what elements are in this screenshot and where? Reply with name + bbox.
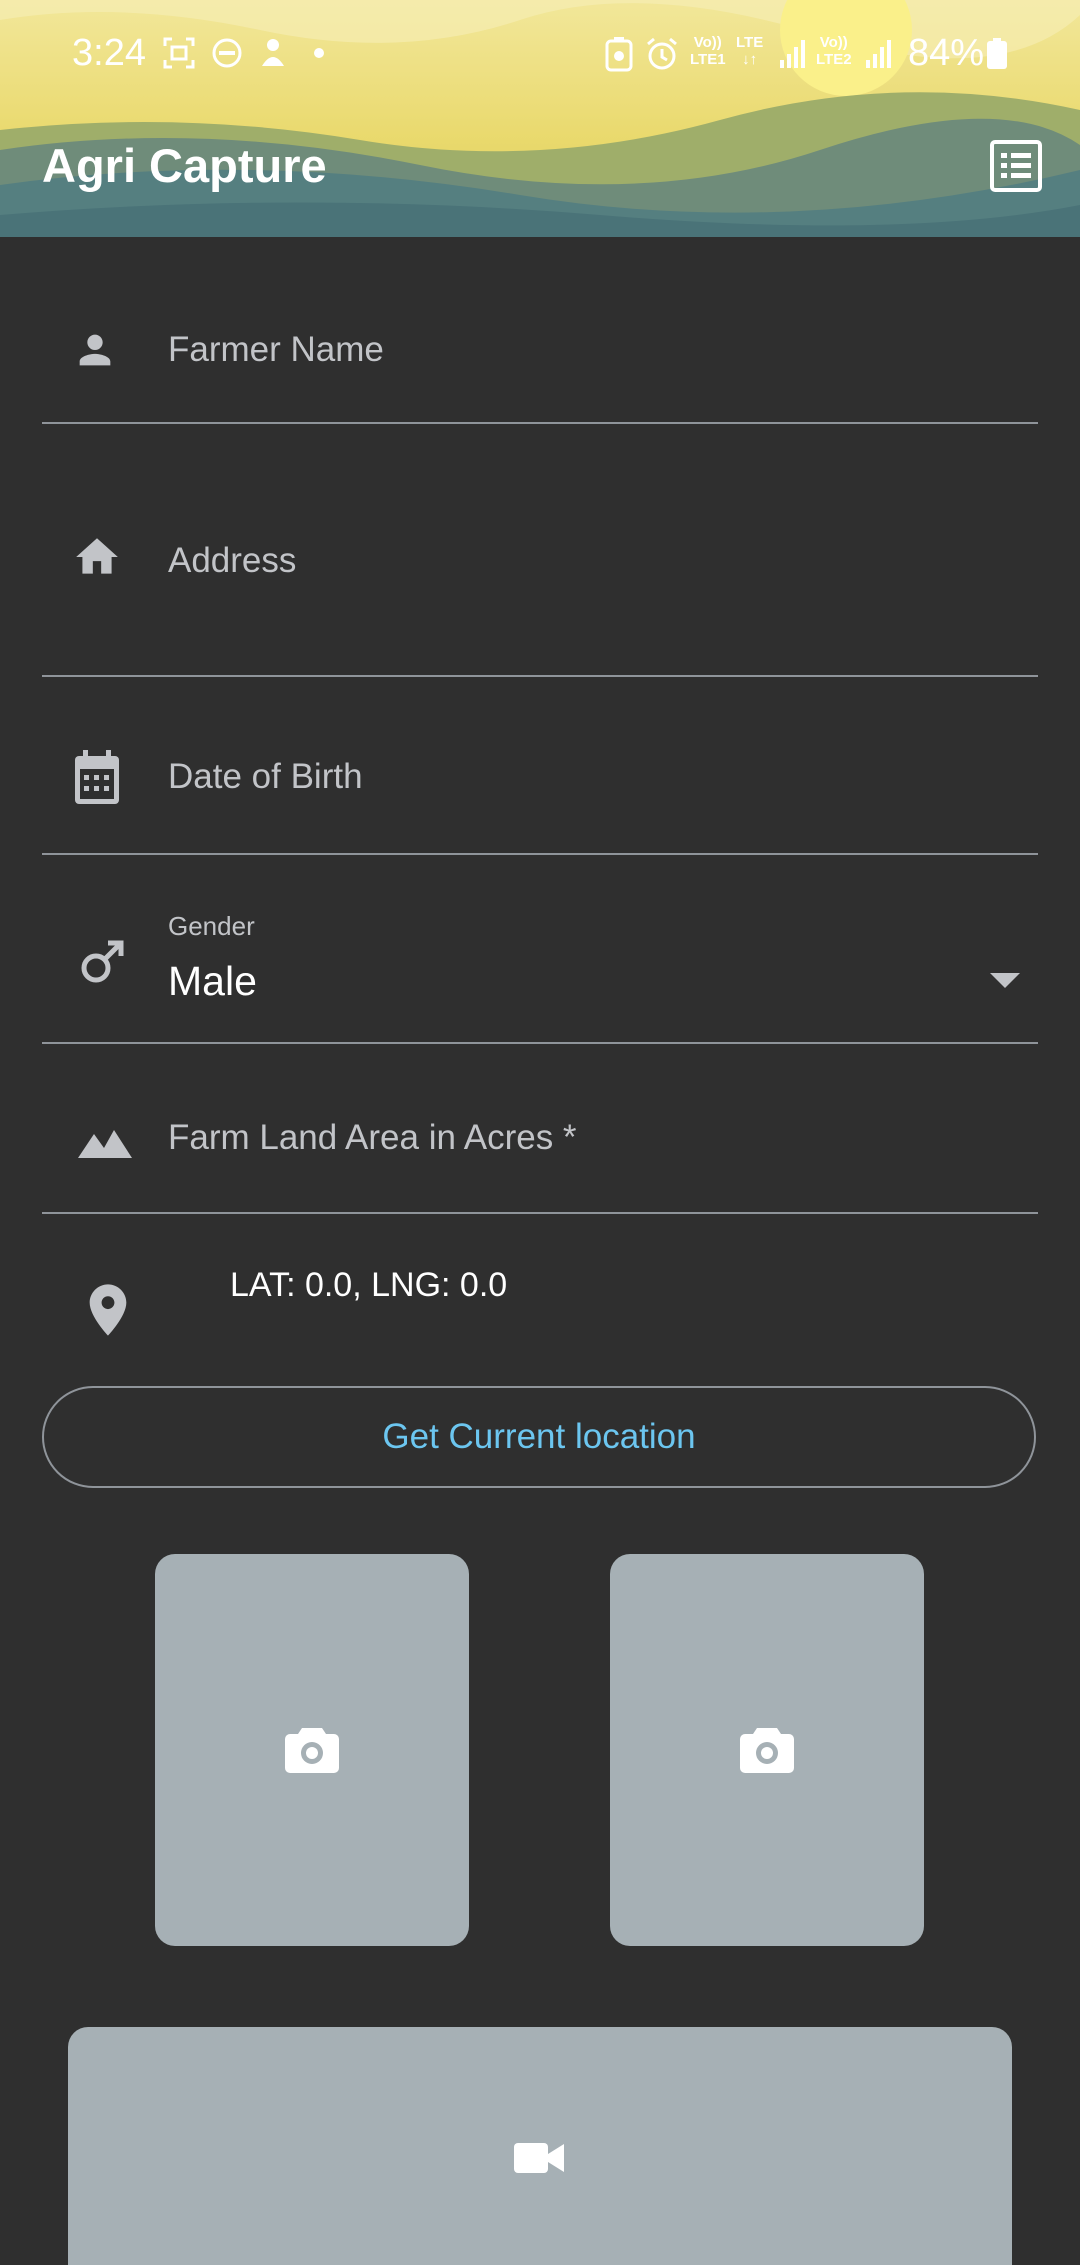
farmer-name-field[interactable]: Farmer Name: [42, 237, 1038, 424]
address-field[interactable]: Address: [42, 424, 1038, 677]
farm-land-area-label: Farm Land Area in Acres *: [168, 1118, 577, 1157]
gender-value: Male: [168, 958, 257, 1004]
location-pin-icon: [89, 1284, 127, 1336]
notification-app-icon: [262, 39, 284, 66]
notification-dot-icon: [314, 48, 324, 58]
farm-land-area-field[interactable]: Farm Land Area in Acres *: [42, 1044, 1038, 1214]
farm-land-area-underline: [42, 1212, 1038, 1214]
location-coordinates: LAT: 0.0, LNG: 0.0: [230, 1266, 508, 1304]
do-not-disturb-icon: [212, 38, 242, 68]
get-current-location-button[interactable]: Get Current location: [42, 1386, 1036, 1488]
chevron-down-icon[interactable]: [990, 973, 1020, 989]
camera-icon: [740, 1728, 794, 1773]
home-icon: [76, 538, 118, 574]
screenshot-icon: [163, 37, 195, 69]
male-icon: [81, 940, 124, 983]
battery-percentage: 84%: [908, 32, 985, 74]
list-icon[interactable]: [988, 138, 1044, 194]
status-time: 3:24: [72, 32, 146, 74]
photo-capture-2[interactable]: [610, 1554, 924, 1946]
gender-dropdown[interactable]: Gender Male: [42, 855, 1038, 1044]
signal-1-icon: [780, 40, 805, 68]
app-title: Agri Capture: [42, 139, 327, 192]
status-bar: 3:24 Vo)) LTE1 LTE ↓↑ Vo)) LTE2 84%: [0, 0, 1080, 110]
signal-2-icon: [866, 40, 891, 68]
camera-icon: [285, 1728, 339, 1773]
lte-indicator: LTE ↓↑: [736, 34, 764, 68]
battery-icon: [987, 38, 1007, 69]
volte2-indicator: Vo)) LTE2: [816, 34, 852, 68]
farmer-name-label: Farmer Name: [168, 330, 384, 369]
calendar-icon: [75, 750, 119, 804]
volte1-indicator: Vo)) LTE1: [690, 34, 726, 68]
battery-saver-icon: [605, 37, 633, 72]
landscape-icon: [78, 1130, 132, 1158]
alarm-icon: [647, 37, 677, 70]
videocam-icon: [514, 2143, 564, 2173]
photo-capture-1[interactable]: [155, 1554, 469, 1946]
video-capture[interactable]: [68, 2027, 1012, 2265]
person-icon: [79, 334, 111, 366]
date-of-birth-field[interactable]: Date of Birth: [42, 677, 1038, 855]
date-of-birth-label: Date of Birth: [168, 757, 363, 796]
address-label: Address: [168, 541, 297, 580]
app-header: 3:24 Vo)) LTE1 LTE ↓↑ Vo)) LTE2 84% Agri…: [0, 0, 1080, 237]
gender-label: Gender: [168, 911, 255, 941]
